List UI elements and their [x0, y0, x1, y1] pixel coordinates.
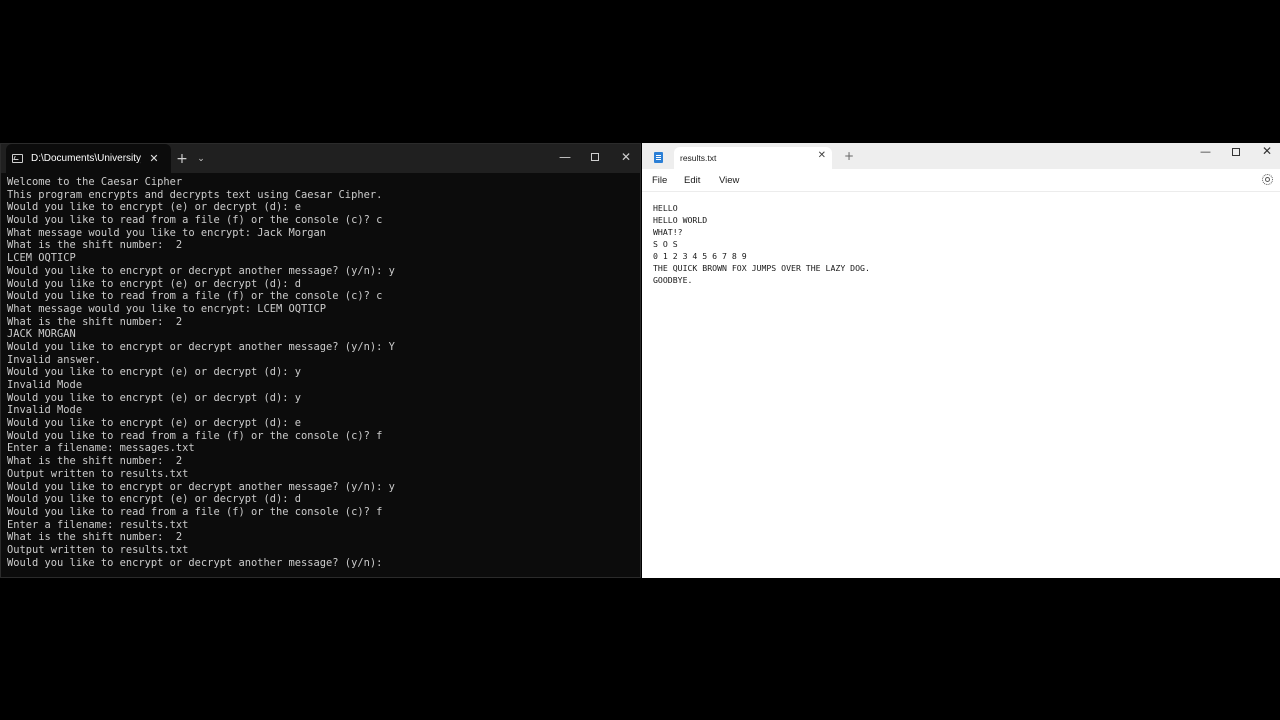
notepad-tab-title: results.txt [680, 153, 717, 163]
terminal-line: This program encrypts and decrypts text … [7, 188, 383, 201]
terminal-line: Enter a filename: messages.txt [7, 442, 195, 455]
terminal-line: Invalid Mode [7, 404, 83, 417]
terminal-line: What message would you like to encrypt: … [7, 226, 327, 239]
close-window-button[interactable]: ✕ [1262, 144, 1272, 158]
text-line: HELLO WORLD [653, 215, 708, 225]
terminal-line: Output written to results.txt [7, 543, 189, 556]
terminal-line: Would you like to encrypt (e) or decrypt… [7, 391, 302, 404]
terminal-output[interactable]: Welcome to the Caesar Cipher This program… [7, 176, 637, 576]
terminal-tab-title: D:\Documents\University_Of_ [31, 153, 141, 164]
notepad-tab[interactable]: results.txt ✕ [674, 147, 832, 169]
new-tab-button[interactable]: + [173, 144, 191, 173]
text-line: S O S [653, 239, 678, 249]
gear-icon[interactable] [1262, 174, 1273, 185]
terminal-line: Would you like to encrypt or decrypt ano… [7, 480, 395, 493]
maximize-icon [591, 153, 599, 161]
terminal-line: Would you like to read from a file (f) o… [7, 290, 383, 303]
terminal-line: Would you like to encrypt (e) or decrypt… [7, 277, 302, 290]
minimize-button[interactable]: — [1200, 145, 1211, 158]
menu-bar: File Edit View [642, 169, 1280, 192]
menu-view[interactable]: View [719, 175, 739, 186]
chevron-down-icon[interactable]: ⌄ [193, 144, 209, 173]
terminal-line: Welcome to the Caesar Cipher [7, 176, 183, 188]
close-tab-icon[interactable]: ✕ [147, 152, 161, 165]
terminal-line: Invalid Mode [7, 379, 83, 391]
terminal-line: What is the shift number: 2 [7, 315, 183, 328]
close-window-button[interactable]: ✕ [612, 144, 640, 170]
text-line: HELLO [653, 203, 678, 213]
terminal-line: Would you like to read from a file (f) o… [7, 505, 383, 518]
notepad-app-icon [654, 152, 663, 163]
terminal-line: What is the shift number: 2 [7, 531, 183, 544]
new-tab-button[interactable]: + [844, 149, 854, 163]
text-line: THE QUICK BROWN FOX JUMPS OVER THE LAZY … [653, 263, 870, 273]
terminal-line: Invalid answer. [7, 353, 101, 366]
terminal-line: JACK MORGAN [7, 328, 76, 341]
menu-edit[interactable]: Edit [684, 175, 700, 186]
terminal-line: Output written to results.txt [7, 467, 189, 480]
notepad-titlebar[interactable]: results.txt ✕ + — ✕ [642, 143, 1280, 169]
terminal-tab[interactable]: D:\Documents\University_Of_ ✕ [6, 144, 171, 173]
terminal-line: Would you like to read from a file (f) o… [7, 214, 383, 227]
terminal-window[interactable]: D:\Documents\University_Of_ ✕ + ⌄ — ✕ We… [0, 143, 641, 578]
maximize-button[interactable] [1232, 148, 1240, 156]
text-line: WHAT!? [653, 227, 683, 237]
terminal-line: Would you like to encrypt (e) or decrypt… [7, 493, 302, 506]
terminal-line: LCEM OQTICP [7, 252, 76, 265]
maximize-button[interactable] [581, 144, 609, 170]
text-line: GOODBYE. [653, 275, 693, 285]
menu-file[interactable]: File [652, 175, 667, 186]
terminal-titlebar[interactable]: D:\Documents\University_Of_ ✕ + ⌄ — ✕ [1, 144, 640, 173]
minimize-button[interactable]: — [551, 144, 579, 170]
terminal-line: Would you like to encrypt or decrypt ano… [7, 264, 395, 277]
text-line: 0 1 2 3 4 5 6 7 8 9 [653, 251, 747, 261]
terminal-line: Would you like to encrypt (e) or decrypt… [7, 366, 302, 379]
terminal-line: What message would you like to encrypt: … [7, 302, 327, 315]
terminal-line: Would you like to encrypt or decrypt ano… [7, 556, 383, 569]
terminal-line: What is the shift number: 2 [7, 455, 183, 468]
notepad-window[interactable]: results.txt ✕ + — ✕ File Edit View HELLO… [642, 143, 1280, 578]
terminal-line: Would you like to encrypt (e) or decrypt… [7, 201, 302, 214]
terminal-line: Would you like to read from a file (f) o… [7, 429, 383, 442]
text-editor[interactable]: HELLO HELLO WORLD WHAT!? S O S 0 1 2 3 4 5 6… [653, 202, 1273, 572]
close-tab-icon[interactable]: ✕ [818, 150, 826, 161]
terminal-icon [12, 154, 23, 163]
terminal-line: What is the shift number: 2 [7, 239, 183, 252]
terminal-line: Would you like to encrypt (e) or decrypt… [7, 417, 302, 430]
terminal-line: Enter a filename: results.txt [7, 518, 189, 531]
terminal-line: Would you like to encrypt or decrypt ano… [7, 340, 395, 353]
